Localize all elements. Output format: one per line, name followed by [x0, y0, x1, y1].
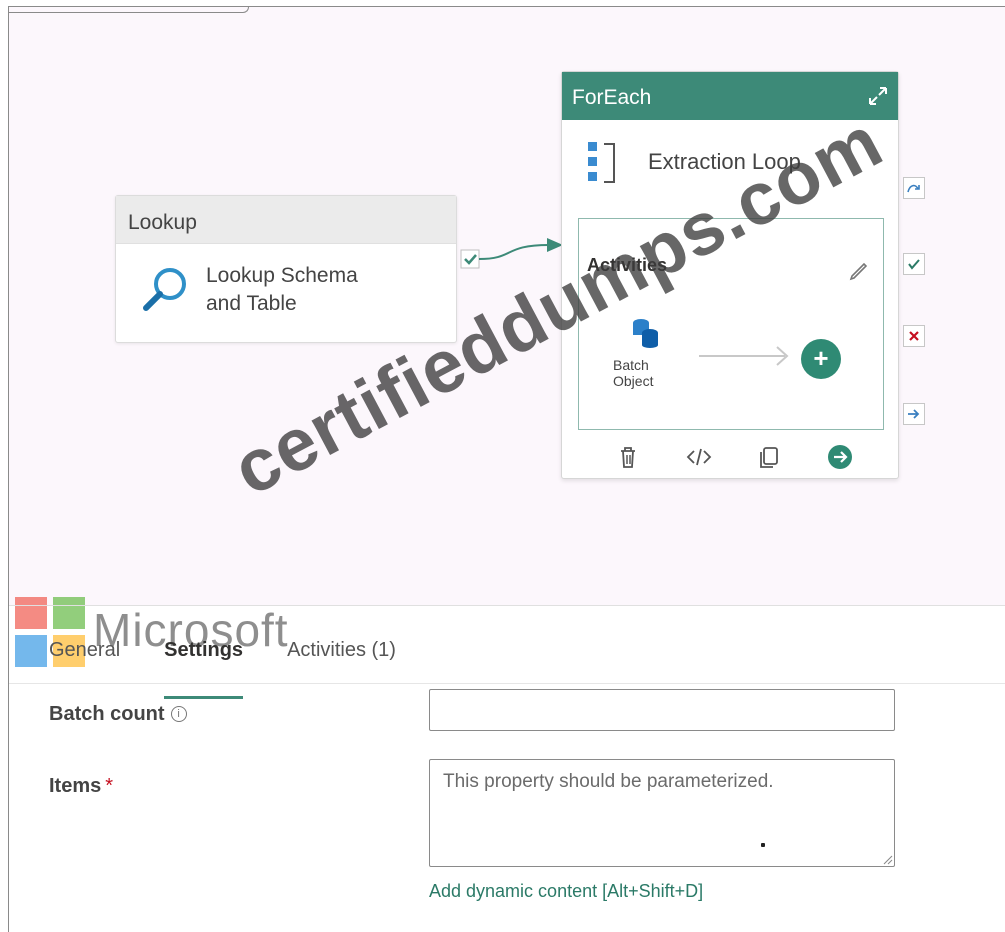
database-icon [633, 319, 658, 348]
add-dynamic-content-link[interactable]: Add dynamic content [Alt+Shift+D] [429, 881, 703, 902]
search-icon [143, 268, 186, 311]
foreach-loop-icon [588, 142, 615, 183]
lookup-activity-name-line1: Lookup Schema [206, 264, 358, 287]
lookup-activity[interactable]: Lookup Lookup Schema and Table [115, 195, 457, 343]
expand-icon[interactable] [866, 84, 890, 108]
lookup-activity-body: Lookup Schema and Table [116, 244, 456, 336]
canvas-divider [9, 605, 1005, 606]
tab-general[interactable]: General [49, 637, 120, 685]
foreach-header-label: ForEach [572, 86, 652, 109]
code-icon[interactable] [685, 443, 713, 471]
batch-object-label-line2: Object [613, 373, 654, 389]
tab-activities[interactable]: Activities (1) [287, 637, 396, 685]
completion-handle-icon[interactable] [903, 403, 925, 425]
items-label: Items * [49, 775, 113, 798]
tab-settings[interactable]: Settings [164, 637, 243, 699]
pipeline-editor: Lookup Lookup Schema and Table ForEach E… [8, 6, 1005, 932]
copy-icon[interactable] [755, 443, 783, 471]
batch-object-activity[interactable]: Batch Object [613, 357, 653, 389]
required-marker: * [105, 775, 114, 797]
tabs-rule [9, 683, 1005, 684]
lookup-activity-header: Lookup [116, 196, 456, 244]
batch-count-input[interactable] [429, 689, 895, 731]
lookup-activity-name: Lookup Schema and Table [206, 262, 406, 318]
inner-connector [699, 346, 789, 366]
batch-count-label-text: Batch count [49, 703, 165, 725]
foreach-toolbar [614, 442, 854, 472]
batch-count-label: Batch count i [49, 703, 187, 726]
resize-grip-icon[interactable] [881, 853, 893, 865]
batch-object-label-line1: Batch [613, 357, 649, 373]
items-placeholder: This property should be parameterized. [443, 771, 774, 792]
edit-activities-icon[interactable] [847, 259, 871, 283]
items-label-text: Items [49, 775, 102, 797]
add-activity-button[interactable]: + [801, 339, 841, 379]
info-icon[interactable]: i [170, 706, 187, 722]
lookup-activity-name-line2: and Table [206, 292, 297, 315]
skip-handle-icon[interactable] [903, 177, 925, 199]
properties-tabs: General Settings Activities (1) [49, 637, 396, 699]
failure-handle-icon[interactable] [903, 325, 925, 347]
delete-icon[interactable] [614, 443, 642, 471]
success-handle-icon[interactable] [903, 253, 925, 275]
text-cursor [761, 843, 765, 847]
canvas-top-bracket [9, 7, 249, 13]
go-icon[interactable] [826, 443, 854, 471]
